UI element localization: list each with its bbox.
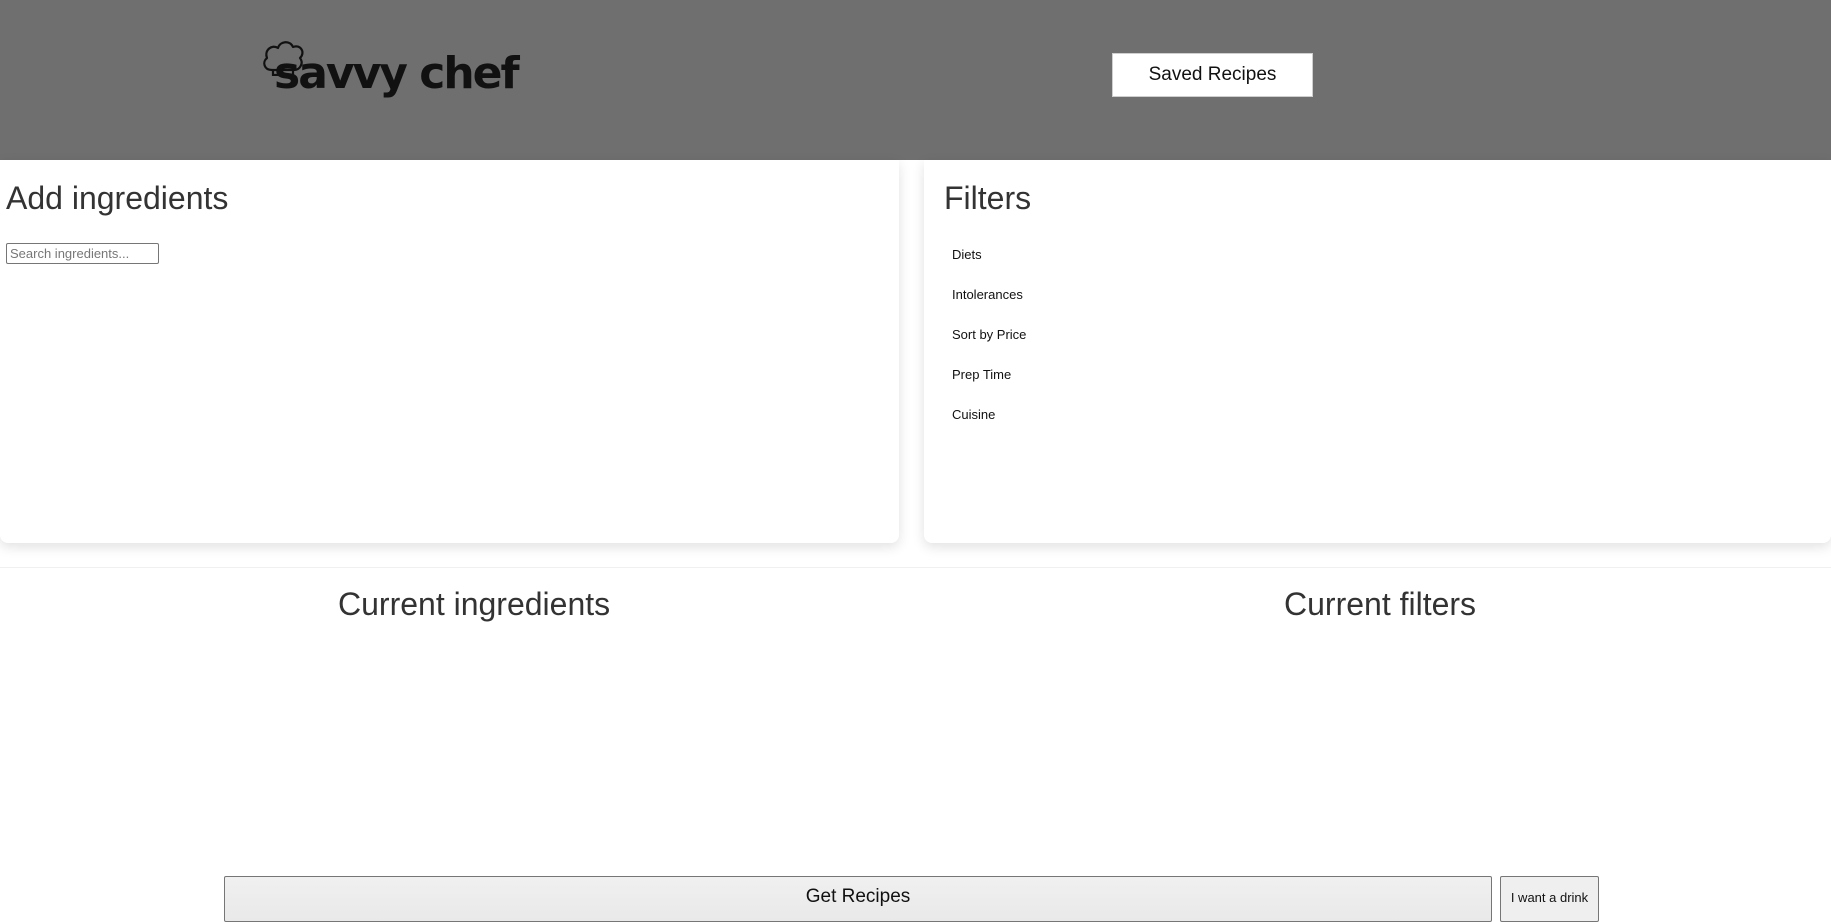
current-ingredients-title: Current ingredients (338, 586, 611, 622)
filter-sort-by-price[interactable]: Sort by Price (952, 326, 1026, 366)
filters-panel: Filters Diets Intolerances Sort by Price… (924, 160, 1831, 543)
current-filters-title: Current filters (1284, 586, 1477, 622)
logo-text: savvy chef (274, 48, 520, 99)
add-ingredients-panel: Add ingredients (0, 160, 899, 543)
filters-title: Filters (944, 180, 1032, 216)
add-ingredients-title: Add ingredients (6, 180, 229, 216)
section-divider (0, 567, 1831, 568)
header-bar: savvy chef Saved Recipes (0, 0, 1831, 160)
get-recipes-button[interactable]: Get Recipes (224, 876, 1492, 922)
saved-recipes-button[interactable]: Saved Recipes (1112, 53, 1313, 97)
filter-diets[interactable]: Diets (952, 246, 1026, 286)
filter-intolerances[interactable]: Intolerances (952, 286, 1026, 326)
filter-cuisine[interactable]: Cuisine (952, 406, 1026, 446)
filter-list: Diets Intolerances Sort by Price Prep Ti… (952, 246, 1026, 446)
logo[interactable]: savvy chef (262, 40, 520, 108)
filter-prep-time[interactable]: Prep Time (952, 366, 1026, 406)
drink-button[interactable]: I want a drink (1500, 876, 1599, 922)
ingredient-search-input[interactable] (6, 243, 159, 264)
